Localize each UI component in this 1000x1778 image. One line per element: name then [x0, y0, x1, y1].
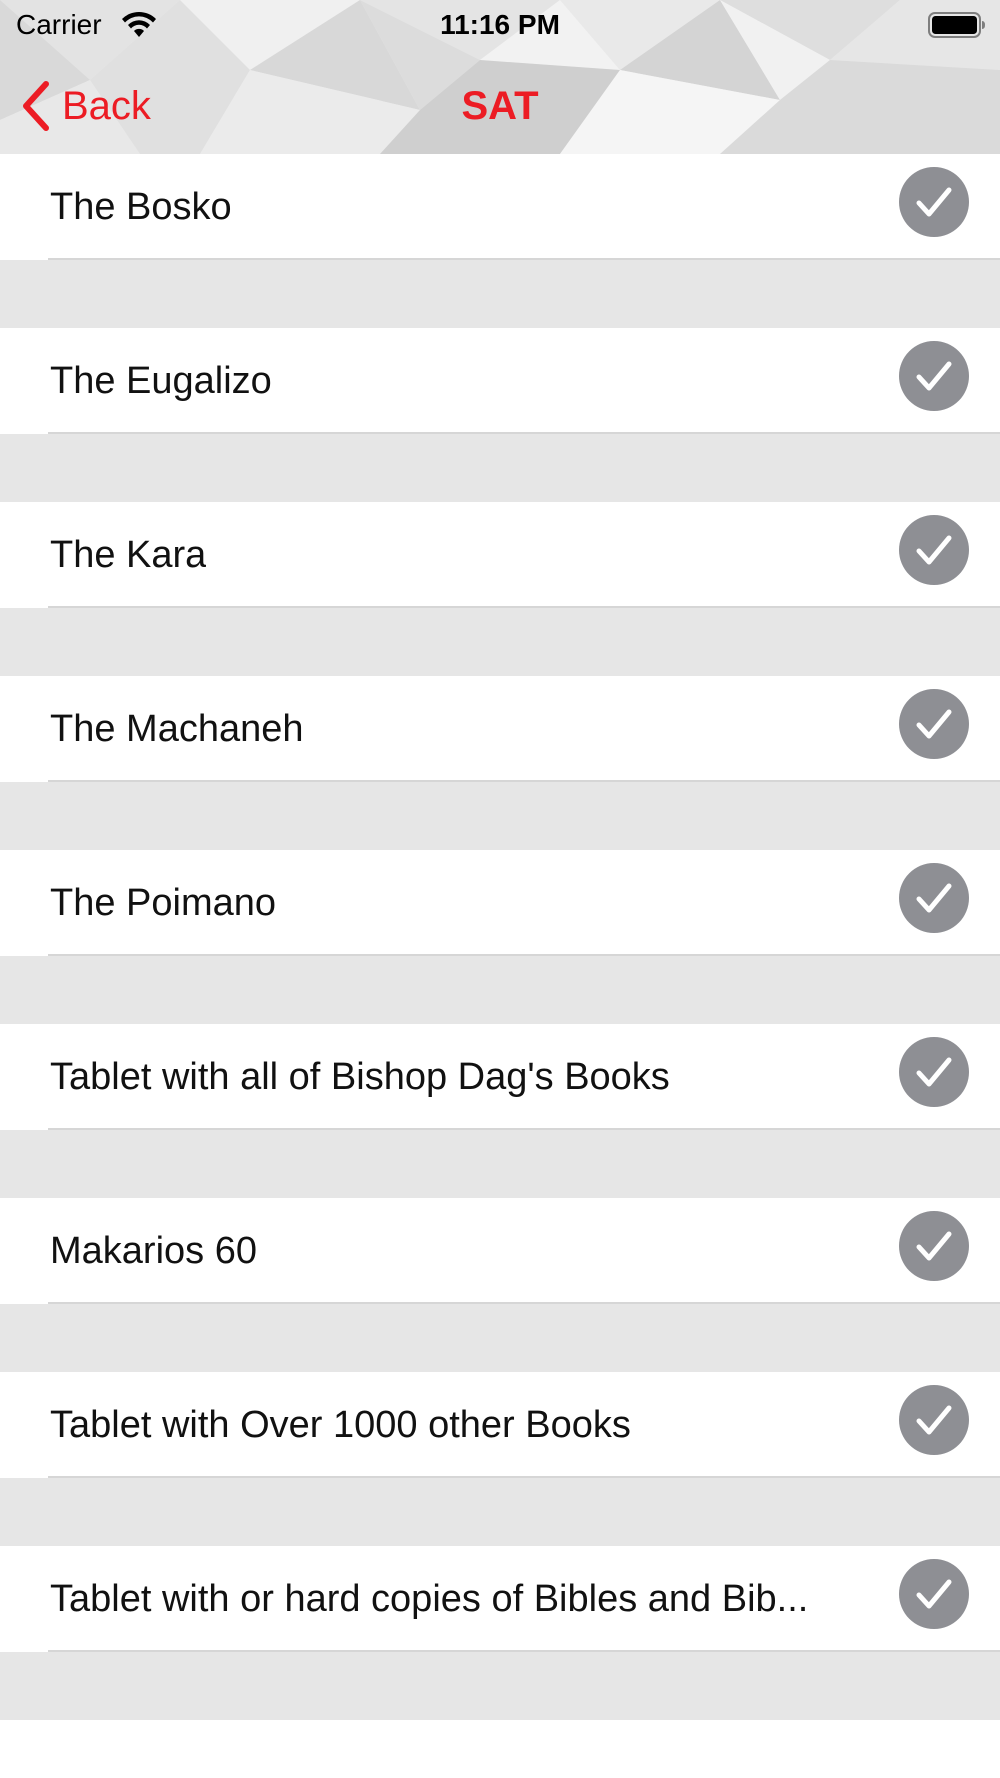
- section-spacer: [0, 434, 1000, 502]
- section-spacer: [0, 1130, 1000, 1198]
- checkmark-icon[interactable]: [899, 689, 969, 759]
- list-item-label: Tablet with Over 1000 other Books: [50, 1404, 631, 1446]
- list-item[interactable]: The Kara: [0, 502, 1000, 608]
- list-item-label: Makarios 60: [50, 1230, 257, 1272]
- section-spacer: [0, 1304, 1000, 1372]
- section-spacer: [0, 956, 1000, 1024]
- list-item-label: The Poimano: [50, 882, 277, 924]
- section-spacer: [0, 260, 1000, 328]
- checkmark-icon[interactable]: [899, 1037, 969, 1107]
- checkmark-icon[interactable]: [899, 1385, 969, 1455]
- back-label: Back: [62, 84, 151, 128]
- checkmark-icon[interactable]: [899, 515, 969, 585]
- back-button[interactable]: Back: [20, 76, 151, 136]
- list-item-label: The Machaneh: [50, 708, 304, 750]
- header: Carrier 11:16 PM Back SAT: [0, 0, 1000, 154]
- chevron-left-icon: [23, 81, 49, 131]
- battery-icon: [928, 12, 985, 38]
- checkmark-icon[interactable]: [899, 167, 969, 237]
- section-spacer: [0, 1478, 1000, 1546]
- checkmark-icon[interactable]: [899, 1211, 969, 1281]
- list-item-label: Tablet with all of Bishop Dag's Books: [50, 1056, 670, 1098]
- item-list: The Bosko The Eugalizo The Kara The Mach…: [0, 154, 1000, 1778]
- list-item[interactable]: The Eugalizo: [0, 328, 1000, 434]
- section-spacer: [0, 782, 1000, 850]
- status-bar: Carrier 11:16 PM: [0, 0, 1000, 50]
- checkmark-icon[interactable]: [899, 1559, 969, 1629]
- list-item-label: The Kara: [50, 534, 207, 576]
- section-spacer: [0, 1652, 1000, 1720]
- checkmark-icon[interactable]: [899, 341, 969, 411]
- list-item-label: The Bosko: [50, 186, 232, 228]
- navigation-bar: Back SAT: [0, 58, 1000, 148]
- screen: Carrier 11:16 PM Back SAT The Bosko The …: [0, 0, 1000, 1778]
- list-item-label: Tablet with or hard copies of Bibles and…: [50, 1578, 809, 1620]
- section-spacer: [0, 608, 1000, 676]
- list-item[interactable]: The Machaneh: [0, 676, 1000, 782]
- list-item[interactable]: Makarios 60: [0, 1198, 1000, 1304]
- list-item-label: The Eugalizo: [50, 360, 272, 402]
- status-time: 11:16 PM: [440, 9, 560, 40]
- list-item[interactable]: The Poimano: [0, 850, 1000, 956]
- list-item[interactable]: The Bosko: [0, 154, 1000, 260]
- checkmark-icon[interactable]: [899, 863, 969, 933]
- list-item[interactable]: Tablet with or hard copies of Bibles and…: [0, 1546, 1000, 1652]
- list-item[interactable]: Tablet with all of Bishop Dag's Books: [0, 1024, 1000, 1130]
- list-item[interactable]: Tablet with Over 1000 other Books: [0, 1372, 1000, 1478]
